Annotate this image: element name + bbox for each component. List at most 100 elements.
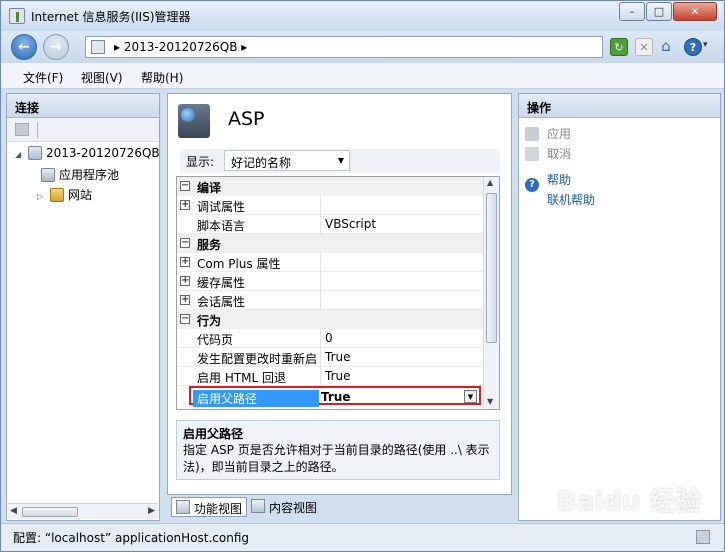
page-title: ASP [228, 108, 265, 130]
minimize-button[interactable]: – [619, 2, 645, 21]
chevron-down-icon[interactable]: ▾ [703, 40, 708, 50]
chevron-down-icon[interactable]: ▼ [464, 390, 477, 403]
property-row[interactable]: 代码页 0 [177, 329, 483, 348]
property-row[interactable]: + Com Plus 属性 [177, 253, 483, 272]
expand-icon[interactable]: + [180, 257, 190, 267]
apply-icon [525, 127, 539, 141]
help-icon[interactable]: ? [684, 38, 702, 56]
property-value: 0 [325, 331, 333, 345]
display-mode-select[interactable]: 好记的名称 ▼ [224, 150, 350, 171]
iis-manager-window: Internet 信息服务(IIS)管理器 – □ ✕ ← → ▸ 2013-2… [0, 0, 725, 552]
tree-item-server[interactable]: ◢ 2013-20120726QB [15, 146, 160, 160]
expander-icon[interactable]: ◢ [15, 150, 24, 159]
property-row[interactable]: 启用缓冲 True [177, 405, 483, 409]
network-status-icon [696, 530, 710, 544]
expand-icon[interactable]: + [180, 276, 190, 286]
stop-icon[interactable]: ✕ [635, 38, 653, 56]
server-icon [91, 40, 105, 54]
property-name: 会话属性 [197, 291, 321, 310]
property-value: VBScript [325, 217, 377, 231]
home-icon[interactable]: ⌂ [657, 38, 675, 56]
tree-item-label: 网站 [68, 188, 93, 202]
menu-bar: 文件(F) 视图(V) 帮助(H) [1, 63, 724, 89]
property-row[interactable]: 脚本语言 VBScript [177, 215, 483, 234]
collapse-icon[interactable]: − [180, 238, 190, 248]
title-bar: Internet 信息服务(IIS)管理器 – □ ✕ [1, 1, 724, 31]
horizontal-scrollbar[interactable]: ◀ ▶ [8, 503, 158, 519]
tab-content-view[interactable]: 内容视图 [247, 497, 321, 517]
property-category-row[interactable]: − 服务 [177, 234, 483, 253]
expand-icon[interactable]: + [180, 200, 190, 210]
property-value: True [325, 407, 351, 409]
property-grid[interactable]: − 编译 + 调试属性 脚本语言 VBScript − 服务 + Com Plus 属性 + 缓存属性… [176, 176, 500, 410]
property-row[interactable]: + 会话属性 [177, 291, 483, 310]
menu-view[interactable]: 视图(V) [81, 69, 123, 86]
back-button[interactable]: ← [11, 34, 37, 60]
property-row[interactable]: 发生配置更改时重新启 True [177, 348, 483, 367]
toolbar-divider [37, 122, 38, 138]
property-name: 缓存属性 [197, 272, 321, 291]
scroll-left-icon[interactable]: ◀ [10, 506, 17, 516]
scrollbar-thumb[interactable] [486, 193, 497, 343]
cancel-action[interactable]: 取消 [525, 145, 571, 162]
chevron-down-icon: ▼ [337, 156, 344, 165]
breadcrumb[interactable]: ▸ 2013-20120726QB ▸ [114, 40, 247, 54]
window-title: Internet 信息服务(IIS)管理器 [31, 10, 191, 24]
expand-icon[interactable]: + [180, 295, 190, 305]
property-name: 代码页 [197, 329, 321, 348]
connections-toolbar [7, 118, 159, 142]
property-name: 编译 [197, 181, 222, 195]
property-value: True [325, 369, 351, 383]
status-bar: 配置: “localhost” applicationHost.config [1, 523, 724, 551]
property-name: 行为 [197, 314, 222, 328]
scroll-down-icon[interactable]: ▼ [487, 397, 493, 406]
help-action[interactable]: ? 帮助 [525, 171, 571, 192]
collapse-icon[interactable]: − [180, 181, 190, 191]
cancel-icon [525, 147, 539, 161]
display-bar: 显示: 好记的名称 ▼ [180, 149, 500, 173]
tree-item-sites[interactable]: ▷ 网站 [37, 186, 92, 203]
arrow-left-icon: ← [18, 39, 30, 55]
description-title: 启用父路径 [183, 427, 244, 441]
sites-folder-icon [50, 188, 64, 202]
vertical-scrollbar[interactable]: ▲ ▼ [483, 177, 499, 409]
description-text: 指定 ASP 页是否允许相对于当前目录的路径(使用 ..\ 表示法)，即当前目录… [183, 443, 490, 474]
action-label: 取消 [547, 147, 572, 161]
baidu-watermark: Baidu 经验 [557, 487, 702, 517]
property-category-row[interactable]: − 编译 [177, 177, 483, 196]
tree-item-app-pools[interactable]: 应用程序池 [41, 166, 119, 183]
tab-features-view[interactable]: 功能视图 [171, 497, 248, 517]
expander-icon[interactable]: ▷ [37, 192, 46, 201]
property-name: 发生配置更改时重新启 [197, 348, 321, 367]
connections-pane: 连接 ◢ 2013-20120726QB 应用程序池 ▷ 网站 ◀ ▶ [6, 93, 160, 521]
tree-item-label: 应用程序池 [59, 168, 120, 182]
property-name: Com Plus 属性 [197, 253, 321, 272]
content-view-icon [251, 499, 265, 513]
app-pool-icon [41, 168, 55, 182]
online-help-action[interactable]: 联机帮助 [547, 191, 595, 208]
property-row[interactable]: + 缓存属性 [177, 272, 483, 291]
refresh-icon[interactable]: ↻ [610, 38, 628, 56]
close-button[interactable]: ✕ [673, 2, 717, 21]
menu-help[interactable]: 帮助(H) [141, 69, 183, 86]
property-category-row[interactable]: − 行为 [177, 310, 483, 329]
address-bar[interactable]: ▸ 2013-20120726QB ▸ [85, 36, 603, 58]
help-icon: ? [525, 178, 539, 192]
maximize-button[interactable]: □ [646, 2, 672, 21]
property-row[interactable]: 启用 HTML 回退 True [177, 367, 483, 386]
menu-file[interactable]: 文件(F) [23, 69, 63, 86]
scrollbar-thumb[interactable] [22, 507, 78, 517]
tree-item-label: 2013-20120726QB [46, 146, 160, 160]
connect-icon[interactable] [15, 123, 29, 136]
action-label: 帮助 [547, 173, 572, 187]
property-name: 启用 HTML 回退 [197, 367, 321, 386]
scroll-up-icon[interactable]: ▲ [487, 178, 493, 187]
property-row[interactable]: + 调试属性 [177, 196, 483, 215]
property-value[interactable]: True [321, 390, 350, 404]
collapse-icon[interactable]: − [180, 314, 190, 324]
forward-button[interactable]: → [43, 34, 69, 60]
scroll-right-icon[interactable]: ▶ [148, 506, 155, 516]
asp-feature-icon [178, 104, 210, 138]
selected-property-row[interactable]: 启用父路径 True ▼ [189, 386, 481, 407]
apply-action[interactable]: 应用 [525, 125, 571, 142]
